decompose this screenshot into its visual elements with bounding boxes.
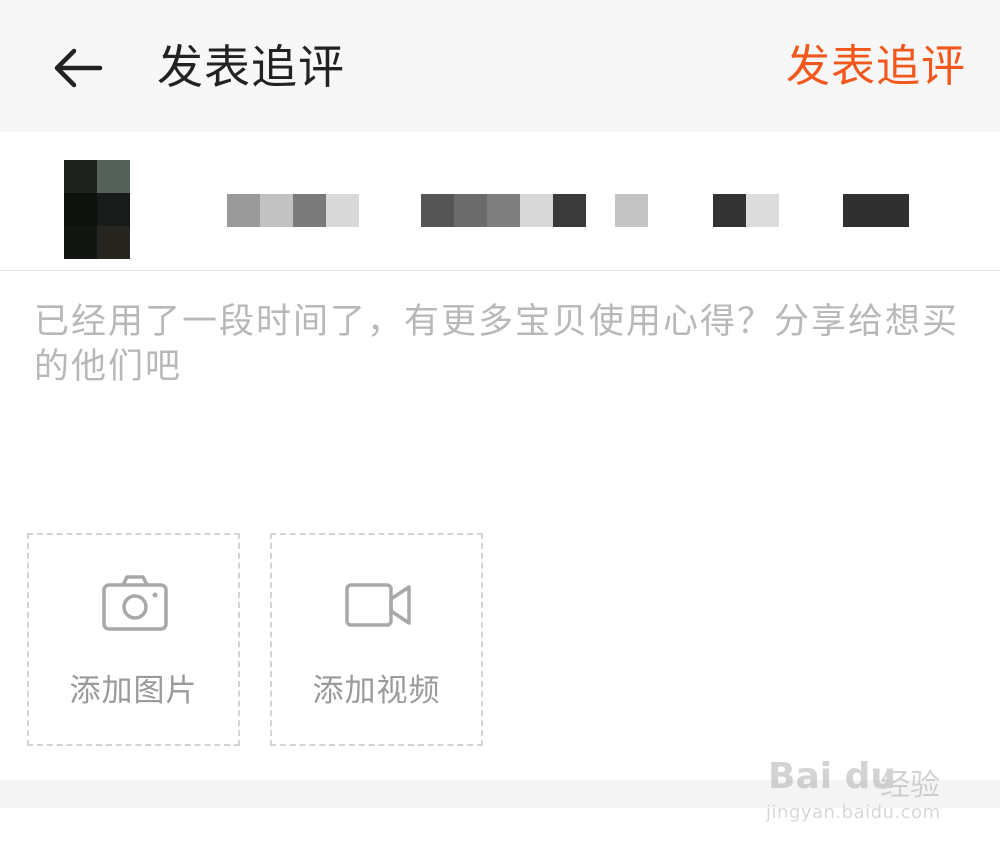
add-video-button[interactable]: 添加视频 <box>270 533 483 746</box>
back-button[interactable] <box>48 38 108 98</box>
product-name-mosaic <box>615 194 648 227</box>
camera-icon <box>102 575 168 631</box>
baidu-jingyan-watermark: Bai du 经验 jingyan.baidu.com <box>762 740 962 830</box>
add-photo-label: 添加图片 <box>69 673 198 709</box>
add-video-label: 添加视频 <box>312 673 441 709</box>
product-name-mosaic <box>421 194 586 227</box>
product-summary <box>0 132 1000 271</box>
watermark-logo: Bai du <box>768 756 897 797</box>
video-camera-icon <box>345 583 411 627</box>
product-name-mosaic <box>227 194 359 227</box>
product-thumbnail <box>64 160 130 259</box>
add-photo-button[interactable]: 添加图片 <box>27 533 240 746</box>
submit-review-button[interactable]: 发表追评 <box>786 36 966 98</box>
review-text-input[interactable]: 已经用了一段时间了，有更多宝贝使用心得？分享给想买的他们吧 <box>34 300 974 390</box>
watermark-suffix: 经验 <box>880 768 940 803</box>
arrow-left-icon <box>54 48 103 88</box>
top-app-bar: 发表追评 发表追评 <box>0 0 1000 132</box>
page-title: 发表追评 <box>157 40 345 94</box>
product-name-mosaic <box>713 194 779 227</box>
product-name-mosaic <box>843 194 909 227</box>
watermark-url: jingyan.baidu.com <box>766 802 941 823</box>
